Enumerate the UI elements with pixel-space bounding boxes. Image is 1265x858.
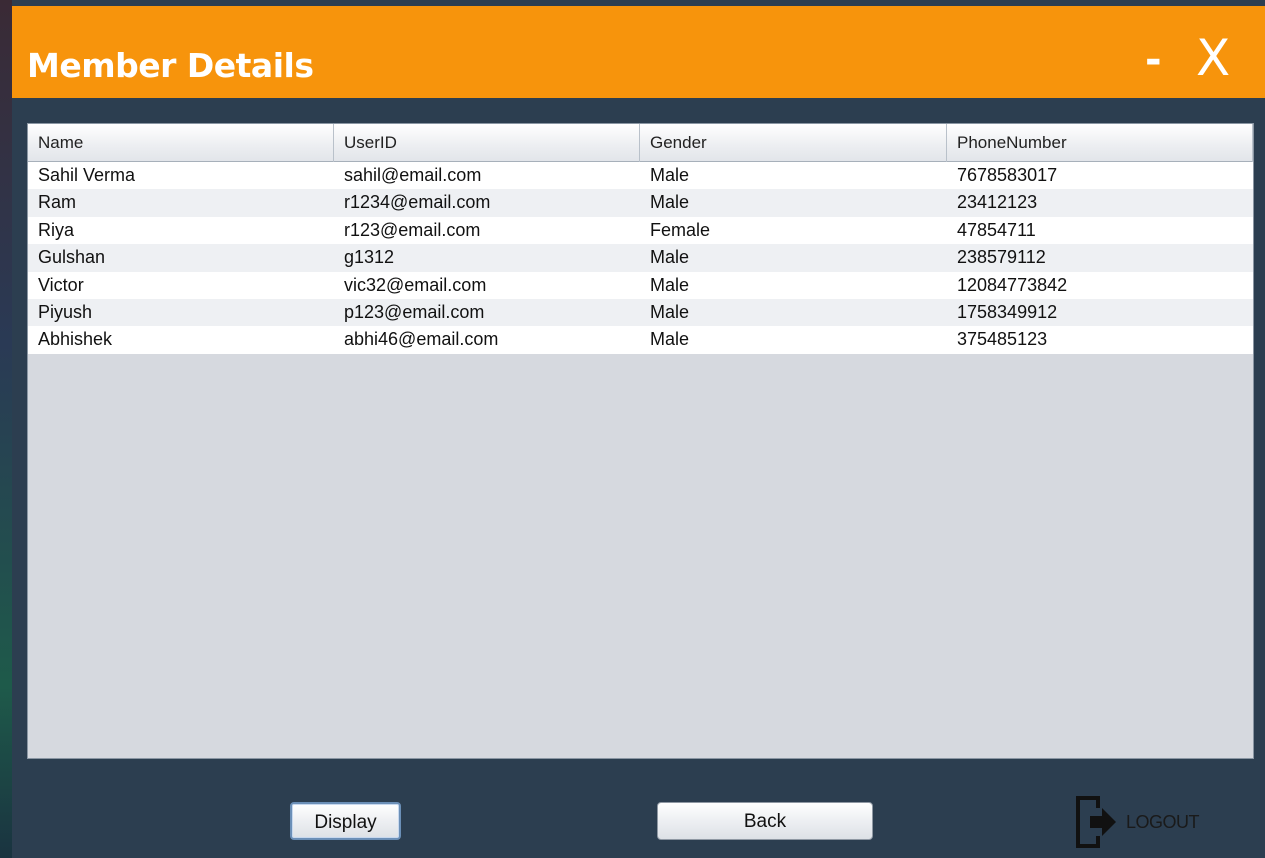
cell-name: Gulshan (38, 247, 106, 268)
column-header-phone[interactable]: PhoneNumber (947, 124, 1253, 162)
cell-userid: abhi46@email.com (344, 329, 499, 350)
cell-userid: sahil@email.com (344, 165, 482, 185)
column-header-gender[interactable]: Gender (640, 124, 947, 162)
logout-button[interactable]: LOGOUT (1072, 792, 1200, 852)
cell-phone: 47854711 (957, 219, 1036, 240)
table-header: Name UserID Gender PhoneNumber (28, 124, 1253, 162)
back-button[interactable]: Back (657, 802, 873, 840)
cell-gender: Male (650, 274, 690, 295)
member-details-window: Member Details - X Name UserID Gender Ph… (0, 0, 1265, 858)
table-row[interactable]: Ram r1234@email.com Male 23412123 (28, 189, 1253, 217)
cell-gender: Female (650, 219, 711, 240)
table-row[interactable]: Riya r123@email.com Female 47854711 (28, 216, 1253, 245)
cell-name: Piyush (38, 301, 93, 322)
cell-phone: 1758349912 (957, 301, 1058, 322)
cell-gender: Male (650, 329, 690, 350)
cell-phone: 238579112 (957, 247, 1046, 268)
table-row[interactable]: Gulshan g1312 Male 238579112 (28, 244, 1253, 272)
cell-gender: Male (650, 165, 690, 185)
window-edge (0, 0, 12, 858)
cell-userid: g1312 (344, 247, 395, 268)
cell-gender: Male (650, 192, 690, 213)
window-title: Member Details (27, 46, 314, 85)
title-bar: Member Details - X (12, 6, 1265, 98)
logout-label: LOGOUT (1126, 811, 1200, 832)
cell-phone: 7678583017 (957, 165, 1058, 185)
members-table[interactable]: Name UserID Gender PhoneNumber Sahil Ver… (27, 123, 1254, 759)
table-row[interactable]: Victor vic32@email.com Male 12084773842 (28, 271, 1253, 299)
display-button[interactable]: Display (290, 802, 401, 840)
cell-userid: vic32@email.com (344, 274, 487, 295)
cell-name: Sahil Verma (38, 165, 136, 185)
table-row[interactable]: Piyush p123@email.com Male 1758349912 (28, 298, 1253, 327)
cell-userid: p123@email.com (344, 301, 485, 322)
cell-phone: 375485123 (957, 329, 1048, 350)
table-row[interactable]: Abhishek abhi46@email.com Male 375485123 (28, 326, 1253, 354)
cell-name: Ram (38, 192, 77, 213)
cell-name: Abhishek (38, 329, 113, 350)
cell-phone: 23412123 (957, 192, 1038, 213)
close-button[interactable]: X (1196, 30, 1246, 86)
column-header-userid[interactable]: UserID (334, 124, 640, 162)
cell-userid: r123@email.com (344, 219, 481, 240)
cell-name: Riya (38, 219, 75, 240)
column-header-name[interactable]: Name (28, 124, 334, 162)
table-row[interactable]: Sahil Verma sahil@email.com Male 7678583… (28, 162, 1253, 190)
logout-icon (1076, 796, 1116, 848)
cell-userid: r1234@email.com (344, 192, 491, 213)
minimize-button[interactable]: - (1145, 40, 1175, 80)
cell-gender: Male (650, 247, 690, 268)
cell-name: Victor (38, 274, 84, 295)
cell-gender: Male (650, 301, 690, 322)
table-body: Sahil Verma sahil@email.com Male 7678583… (28, 162, 1253, 354)
cell-phone: 12084773842 (957, 274, 1068, 295)
